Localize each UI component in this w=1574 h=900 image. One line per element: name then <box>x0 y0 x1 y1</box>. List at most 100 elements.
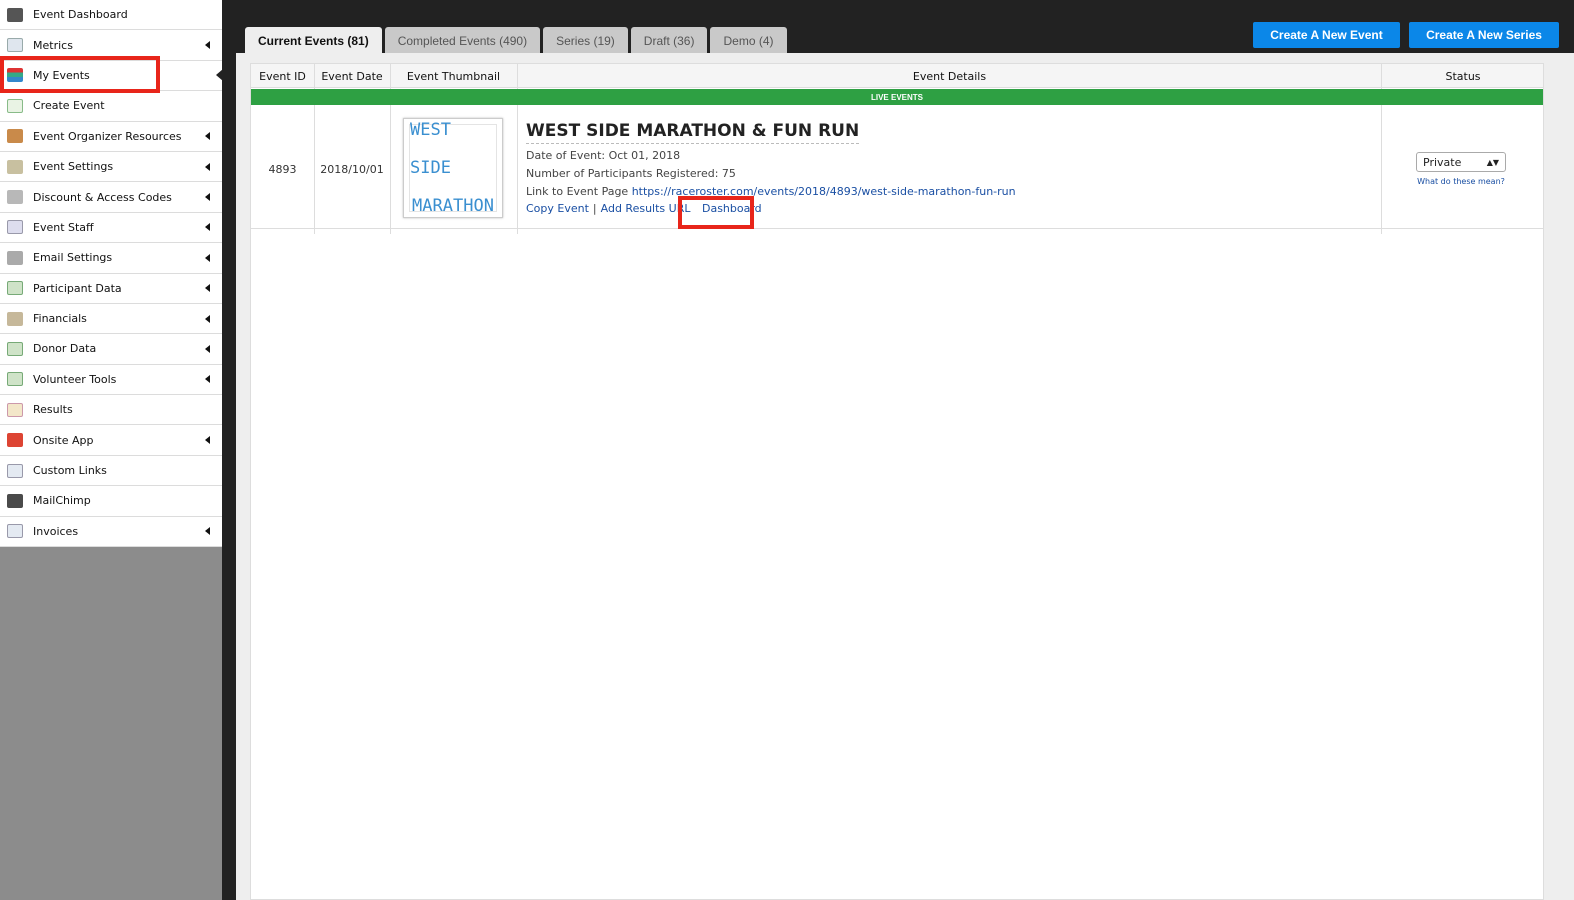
header-event-thumbnail: Event Thumbnail <box>406 69 501 83</box>
expand-arrow-icon <box>205 253 210 262</box>
live-events-bar: LIVE EVENTS <box>251 89 1543 105</box>
header-event-details: Event Details <box>912 69 987 83</box>
expand-arrow-icon <box>205 41 210 50</box>
sidebar-item-results[interactable]: Results <box>0 395 222 426</box>
sidebar-item-event-settings[interactable]: Event Settings <box>0 152 222 183</box>
spreadsheet-icon <box>7 341 23 356</box>
event-actions: Copy Event | Add Results URL Dashboard <box>526 202 1376 215</box>
sidebar-item-label: Discount & Access Codes <box>33 190 172 204</box>
sidebar-item-event-dashboard[interactable]: Event Dashboard <box>0 0 222 31</box>
expand-arrow-icon <box>205 375 210 384</box>
event-details: WEST SIDE MARATHON & FUN RUN Date of Eve… <box>526 121 1376 215</box>
sidebar-item-label: MailChimp <box>33 494 91 508</box>
copy-event-link[interactable]: Copy Event <box>526 202 589 215</box>
header-event-id: Event ID <box>259 69 306 83</box>
sidebar-item-label: Event Settings <box>33 160 114 174</box>
table-header: Event ID Event Date Event Thumbnail Even… <box>251 64 1543 88</box>
expand-arrow-icon <box>205 344 210 353</box>
sidebar-item-label: Invoices <box>33 524 79 538</box>
expand-arrow-icon <box>205 284 210 293</box>
sidebar-item-label: Onsite App <box>33 433 94 447</box>
event-date-cell: 2018/10/01 <box>320 162 384 176</box>
header-event-date: Event Date <box>321 69 383 83</box>
event-date-line: Date of Event: Oct 01, 2018 <box>526 149 681 162</box>
table-row: 4893 2018/10/01 WEST SIDE MARATHON WEST … <box>251 109 1543 229</box>
sidebar-item-organizer-resources[interactable]: Event Organizer Resources <box>0 122 222 152</box>
expand-arrow-icon <box>205 193 210 202</box>
event-page-link[interactable]: https://raceroster.com/events/2018/4893/… <box>632 185 1016 198</box>
expand-arrow-icon <box>205 527 210 536</box>
sidebar-item-label: Event Staff <box>33 220 94 234</box>
sidebar: Event Dashboard Metrics My Events Create… <box>0 0 223 900</box>
spreadsheet-icon <box>7 281 23 296</box>
action-separator: | <box>592 202 597 215</box>
status-cell: Private ▲▼ What do these mean? <box>1416 152 1506 186</box>
sidebar-item-label: Event Dashboard <box>33 8 128 22</box>
spreadsheet-icon <box>7 372 23 387</box>
sidebar-item-participant-data[interactable]: Participant Data <box>0 274 222 304</box>
sidebar-item-label: Custom Links <box>33 464 107 478</box>
event-page-line: Link to Event Page https://raceroster.co… <box>526 185 1376 198</box>
metrics-icon <box>7 38 23 53</box>
header-status: Status <box>1445 69 1481 83</box>
tab-demo[interactable]: Demo (4) <box>710 27 787 54</box>
sidebar-item-onsite-app[interactable]: Onsite App <box>0 425 222 456</box>
sidebar-item-label: Results <box>33 403 73 417</box>
sidebar-item-financials[interactable]: Financials <box>0 304 222 335</box>
status-value: Private <box>1423 155 1462 169</box>
event-thumbnail[interactable]: WEST SIDE MARATHON <box>403 118 503 218</box>
create-new-event-button[interactable]: Create A New Event <box>1253 22 1400 48</box>
results-icon <box>7 402 23 417</box>
invoice-icon <box>7 524 23 539</box>
event-tabs: Current Events (81) Completed Events (49… <box>245 27 787 54</box>
tab-completed-events[interactable]: Completed Events (490) <box>384 27 541 54</box>
sidebar-item-label: Volunteer Tools <box>33 372 117 386</box>
dashboard-icon <box>7 7 23 22</box>
tab-current-events[interactable]: Current Events (81) <box>245 27 382 54</box>
resources-icon <box>7 129 23 144</box>
megaphone-icon <box>7 433 23 448</box>
sidebar-item-volunteer-tools[interactable]: Volunteer Tools <box>0 365 222 396</box>
sidebar-item-donor-data[interactable]: Donor Data <box>0 334 222 365</box>
event-title[interactable]: WEST SIDE MARATHON & FUN RUN <box>526 121 860 144</box>
create-event-icon <box>7 98 23 113</box>
settings-icon <box>7 159 23 174</box>
sidebar-item-create-event[interactable]: Create Event <box>0 91 222 122</box>
main-content: Current Events (81) Completed Events (49… <box>222 0 1574 900</box>
sidebar-item-label: Create Event <box>33 99 105 113</box>
sidebar-item-label: Donor Data <box>33 342 97 356</box>
thumbnail-logo: WEST SIDE MARATHON <box>409 120 497 216</box>
sidebar-item-event-staff[interactable]: Event Staff <box>0 213 222 244</box>
select-caret-icon: ▲▼ <box>1486 157 1499 167</box>
participants-line: Number of Participants Registered: 75 <box>526 167 736 180</box>
thumbnail-line-2: MARATHON <box>412 196 494 216</box>
discount-icon <box>7 190 23 205</box>
create-new-series-button[interactable]: Create A New Series <box>1409 22 1559 48</box>
dashboard-link[interactable]: Dashboard <box>702 202 762 215</box>
sidebar-item-my-events[interactable]: My Events <box>0 61 223 92</box>
sidebar-nav: Event Dashboard Metrics My Events Create… <box>0 0 223 548</box>
sidebar-item-label: Financials <box>33 312 87 326</box>
events-table: Event ID Event Date Event Thumbnail Even… <box>250 63 1544 900</box>
sidebar-item-metrics[interactable]: Metrics <box>0 30 222 61</box>
sidebar-item-custom-links[interactable]: Custom Links <box>0 456 222 487</box>
event-page-label: Link to Event Page <box>526 185 629 198</box>
sidebar-item-mailchimp[interactable]: MailChimp <box>0 486 222 517</box>
staff-icon <box>7 220 23 235</box>
sidebar-item-invoices[interactable]: Invoices <box>0 517 222 548</box>
status-select[interactable]: Private ▲▼ <box>1416 152 1506 172</box>
expand-arrow-icon <box>205 314 210 323</box>
calendar-icon <box>7 68 23 83</box>
email-icon <box>7 250 23 265</box>
tab-draft[interactable]: Draft (36) <box>630 27 708 54</box>
sidebar-item-email-settings[interactable]: Email Settings <box>0 243 222 274</box>
status-help-link[interactable]: What do these mean? <box>1416 177 1506 186</box>
sidebar-item-discount-codes[interactable]: Discount & Access Codes <box>0 182 222 213</box>
thumbnail-line-1: WEST SIDE <box>410 120 451 178</box>
events-panel: Event ID Event Date Event Thumbnail Even… <box>236 53 1574 900</box>
sidebar-item-label: Metrics <box>33 38 73 52</box>
event-id-cell: 4893 <box>268 162 297 176</box>
document-icon <box>7 463 23 478</box>
add-results-url-link[interactable]: Add Results URL <box>601 202 691 215</box>
tab-series[interactable]: Series (19) <box>543 27 628 54</box>
